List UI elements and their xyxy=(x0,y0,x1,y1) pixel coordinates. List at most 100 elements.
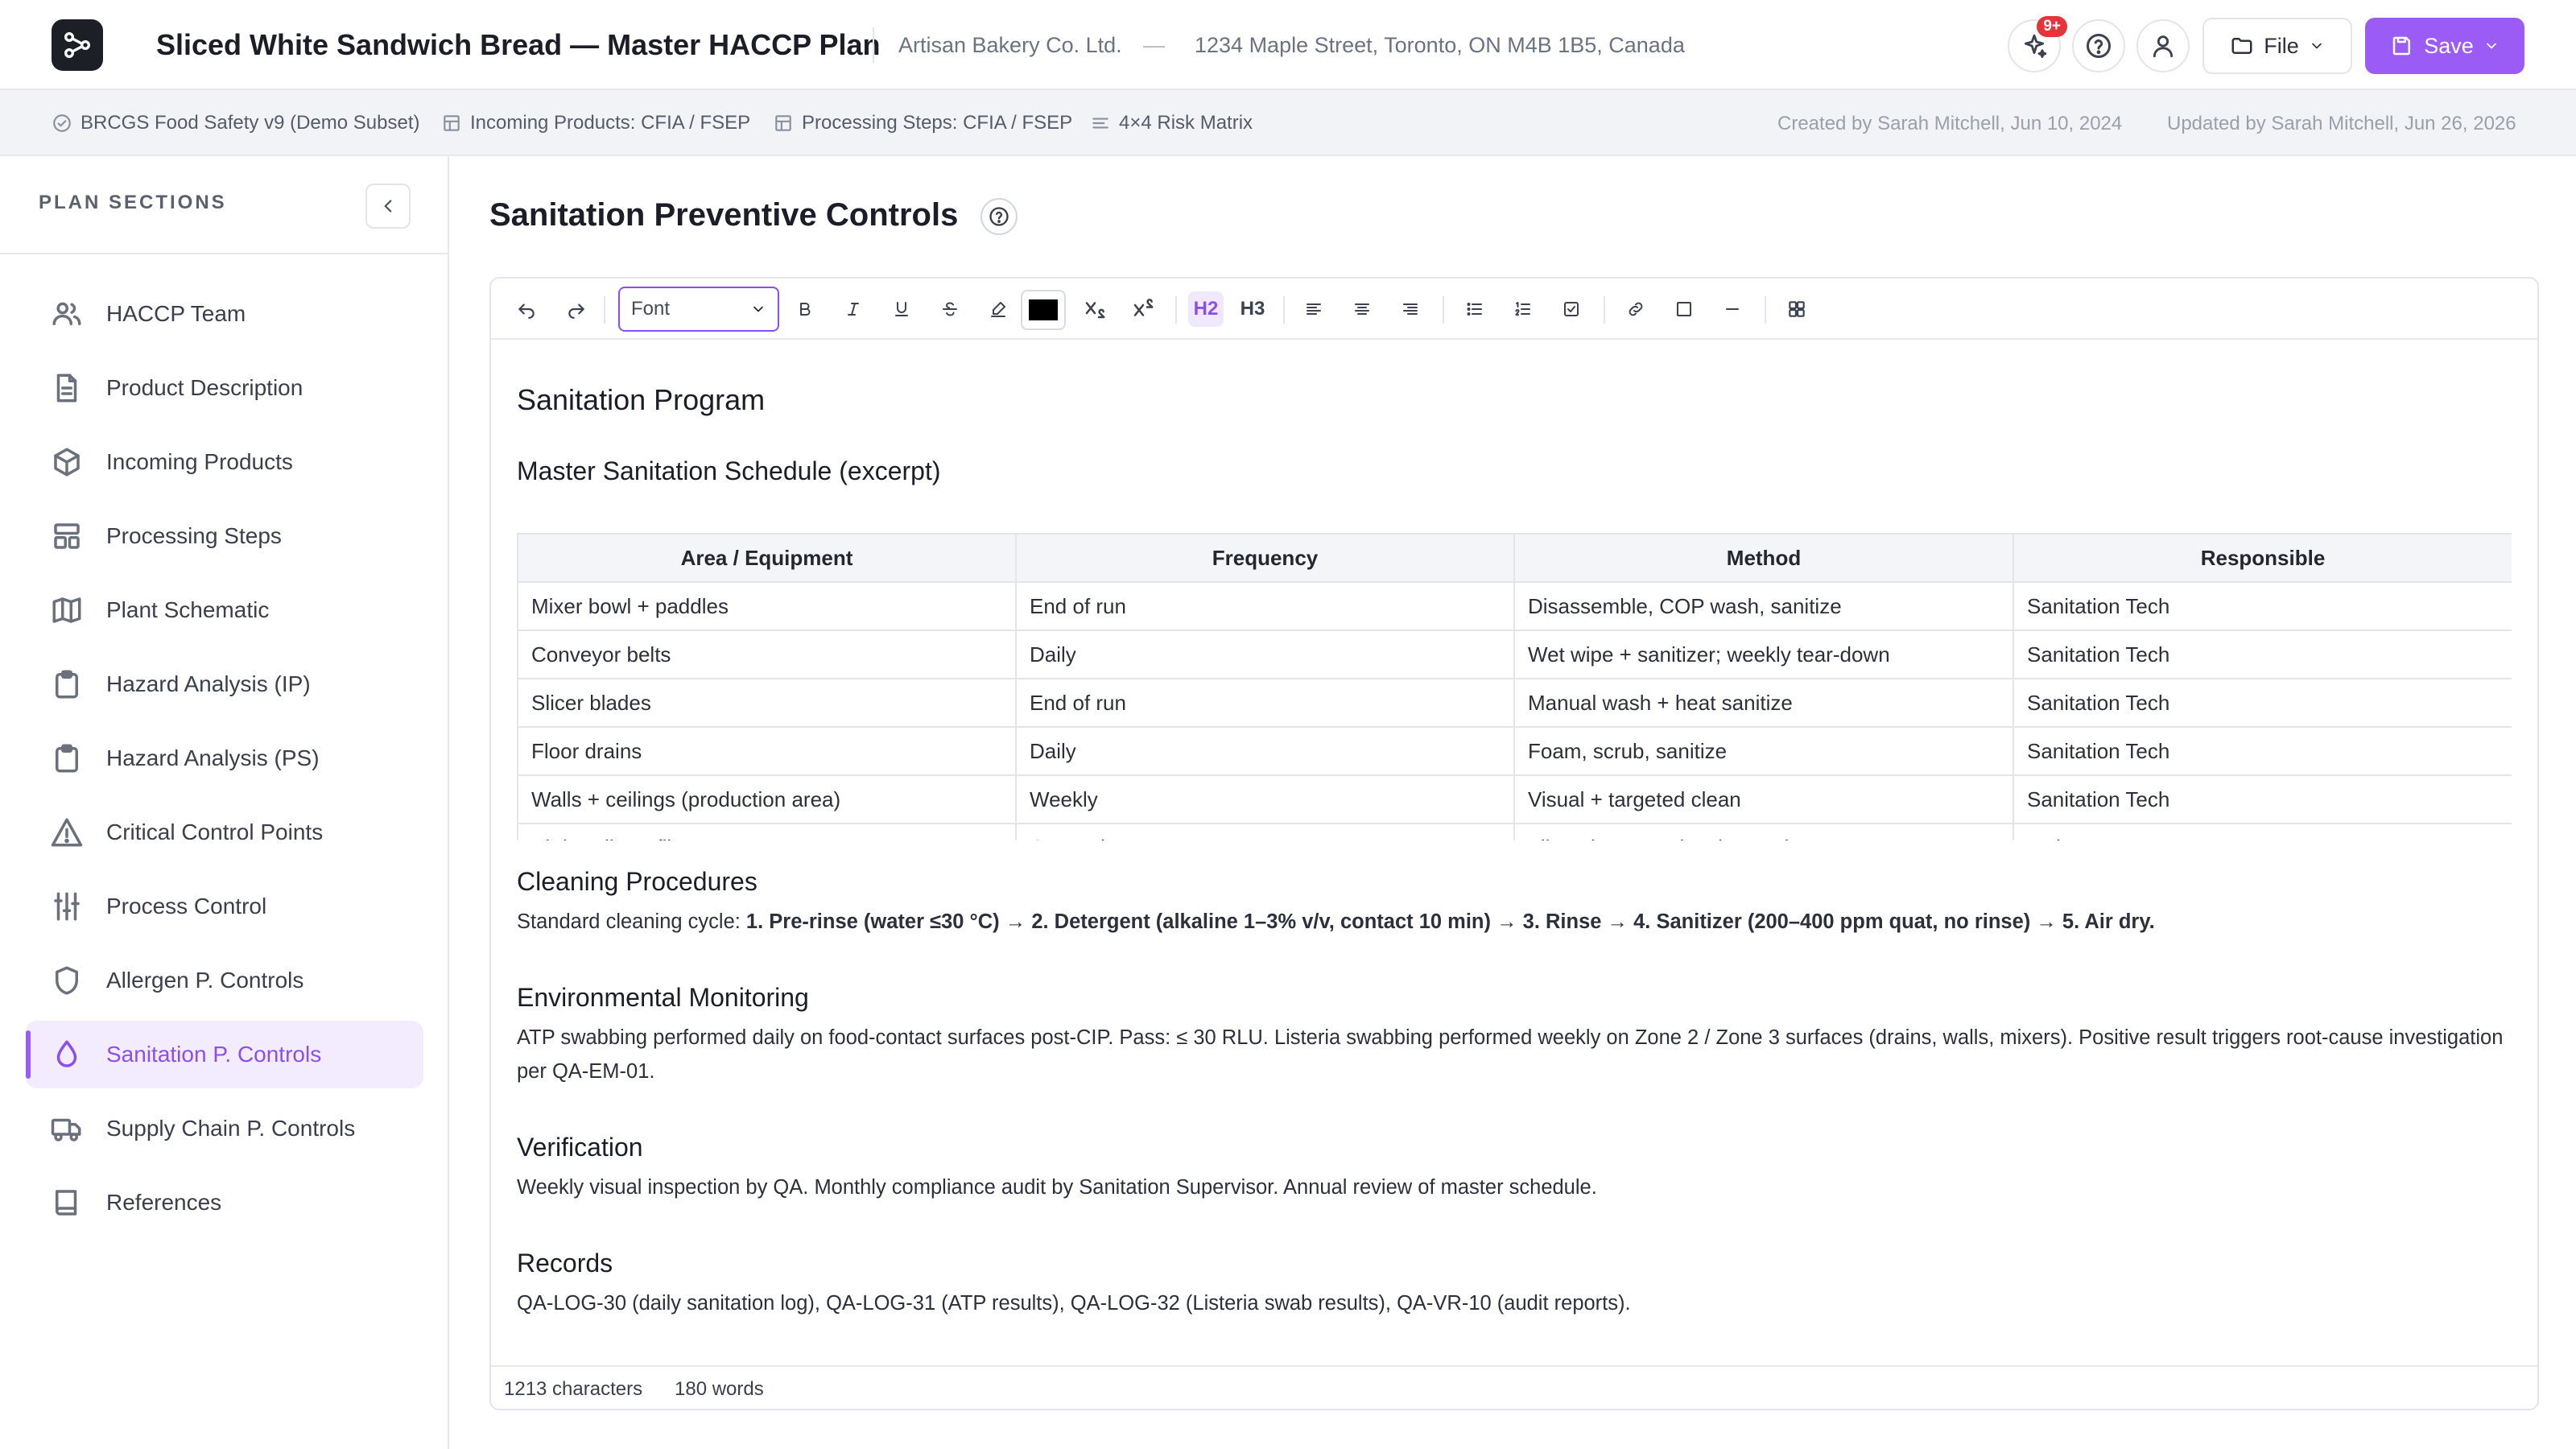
superscript-button[interactable] xyxy=(1125,291,1161,327)
sidebar-item-sanitation-controls[interactable]: Sanitation P. Controls xyxy=(26,1021,423,1088)
align-left-icon xyxy=(1307,303,1321,315)
save-button[interactable]: Save xyxy=(2365,18,2524,74)
sidebar-item-hazard-analysis-ip[interactable]: Hazard Analysis (IP) xyxy=(26,650,423,718)
align-right-button[interactable] xyxy=(1393,291,1428,327)
sidebar-item-allergen-controls[interactable]: Allergen P. Controls xyxy=(26,947,423,1014)
table-cell[interactable]: Sanitation Tech xyxy=(2013,726,2512,776)
table-cell[interactable]: Slicer blades xyxy=(517,678,1017,728)
table-cell[interactable]: Sanitation Tech xyxy=(2013,630,2512,679)
sidebar-item-process-control[interactable]: Process Control xyxy=(26,873,423,940)
bold-button[interactable] xyxy=(787,291,823,327)
strikethrough-button[interactable] xyxy=(932,291,968,327)
table-cell[interactable]: End of run xyxy=(1015,678,1515,728)
table-cell[interactable]: Floor drains xyxy=(517,726,1017,776)
editor-status-bar: 1213 characters 180 words xyxy=(491,1365,2537,1409)
heading-2-button[interactable]: H2 xyxy=(1188,291,1224,327)
sidebar-item-label: Process Control xyxy=(106,894,267,919)
risk-matrix-info[interactable]: 4×4 Risk Matrix xyxy=(1090,109,1253,137)
schedule-heading: Master Sanitation Schedule (excerpt) xyxy=(517,456,941,485)
insert-link-button[interactable] xyxy=(1618,291,1653,327)
table-cell[interactable]: Maintenance xyxy=(2013,823,2512,840)
processing-steps-label: Processing Steps: CFIA / FSEP xyxy=(802,112,1073,134)
sidebar-item-processing-steps[interactable]: Processing Steps xyxy=(26,502,423,570)
table-cell[interactable]: Filter change + duct inspection xyxy=(1513,823,2014,840)
incoming-products-info[interactable]: Incoming Products: CFIA / FSEP xyxy=(441,109,750,137)
character-count: 1213 characters xyxy=(504,1378,643,1400)
cleaning-steps: 1. Pre-rinse (water ≤30 °C) → 2. Deterge… xyxy=(745,910,2155,933)
table-cell[interactable]: Mixer bowl + paddles xyxy=(517,581,1017,631)
standard-info[interactable]: BRCGS Food Safety v9 (Demo Subset) xyxy=(52,109,420,137)
sliders-icon xyxy=(54,892,80,921)
chevron-down-icon xyxy=(2486,43,2496,49)
align-center-button[interactable] xyxy=(1344,291,1380,327)
table-cell[interactable]: Quarterly xyxy=(1015,823,1515,840)
redo-button[interactable] xyxy=(559,291,594,327)
file-menu-button[interactable]: File xyxy=(2202,18,2352,74)
section-help-button[interactable] xyxy=(980,198,1018,235)
table-header-row: Area / Equipment Frequency Method Respon… xyxy=(517,533,2512,583)
table-cell[interactable]: Disassemble, COP wash, sanitize xyxy=(1513,581,2014,631)
heading-3-button[interactable]: H3 xyxy=(1235,291,1270,327)
align-left-button[interactable] xyxy=(1296,291,1331,327)
subscript-button[interactable] xyxy=(1077,291,1113,327)
font-select[interactable]: Font xyxy=(618,287,779,332)
sidebar-item-label: References xyxy=(106,1190,222,1215)
sidebar-item-incoming-products[interactable]: Incoming Products xyxy=(26,428,423,496)
help-button[interactable] xyxy=(2072,19,2125,72)
table-cell[interactable]: Weekly xyxy=(1015,774,1515,824)
table-cell[interactable]: Sanitation Tech xyxy=(2013,678,2512,728)
table-cell[interactable]: Sanitation Tech xyxy=(2013,581,2512,631)
package-icon xyxy=(54,448,80,477)
sidebar-item-haccp-team[interactable]: HACCP Team xyxy=(26,280,423,348)
file-menu-label: File xyxy=(2264,33,2299,58)
layout-icon xyxy=(54,523,80,549)
table-cell[interactable]: Sanitation Tech xyxy=(2013,774,2512,824)
sanitation-schedule-table[interactable]: Area / Equipment Frequency Method Respon… xyxy=(517,533,2512,840)
insert-table-button[interactable] xyxy=(1779,291,1814,327)
user-account-button[interactable] xyxy=(2136,19,2190,72)
bullet-list-button[interactable] xyxy=(1457,291,1492,327)
editor-toolbar: Font H2 H3 xyxy=(491,279,2537,340)
sidebar-item-references[interactable]: References xyxy=(26,1169,423,1236)
table-cell[interactable]: Visual + targeted clean xyxy=(1513,774,2014,824)
sidebar-item-product-description[interactable]: Product Description xyxy=(26,354,423,422)
ai-assistant-button[interactable]: 9+ xyxy=(2008,16,2067,72)
table-cell[interactable]: Wet wipe + sanitizer; weekly tear-down xyxy=(1513,630,2014,679)
checklist-button[interactable] xyxy=(1554,291,1589,327)
processing-steps-info[interactable]: Processing Steps: CFIA / FSEP xyxy=(773,109,1072,137)
table-cell[interactable]: Walls + ceilings (production area) xyxy=(517,774,1017,824)
highlight-button[interactable] xyxy=(980,291,1016,327)
numbered-list-icon xyxy=(1515,302,1530,316)
table-cell[interactable]: Daily xyxy=(1015,726,1515,776)
table-cell[interactable]: Foam, scrub, sanitize xyxy=(1513,726,2014,776)
table-cell[interactable]: End of run xyxy=(1015,581,1515,631)
sidebar-item-supply-chain-controls[interactable]: Supply Chain P. Controls xyxy=(26,1095,423,1162)
table-grid-icon xyxy=(1789,301,1805,317)
table-cell[interactable]: Manual wash + heat sanitize xyxy=(1513,678,2014,728)
square-icon xyxy=(1677,302,1691,316)
table-cell[interactable]: Daily xyxy=(1015,630,1515,679)
insert-box-button[interactable] xyxy=(1666,291,1702,327)
collapse-sidebar-button[interactable] xyxy=(365,184,411,229)
map-icon xyxy=(52,597,81,623)
table-cell[interactable]: Conveyor belts xyxy=(517,630,1017,679)
app-logo-icon[interactable] xyxy=(52,19,103,71)
risk-matrix-label: 4×4 Risk Matrix xyxy=(1119,112,1253,134)
align-center-icon xyxy=(1355,303,1369,315)
sidebar-item-hazard-analysis-ps[interactable]: Hazard Analysis (PS) xyxy=(26,724,423,792)
sidebar-item-critical-control-points[interactable]: Critical Control Points xyxy=(26,799,423,866)
table-cell[interactable]: Air handler + filters xyxy=(517,823,1017,840)
horizontal-rule-button[interactable] xyxy=(1715,291,1750,327)
shield-icon xyxy=(56,966,78,995)
text-color-picker[interactable] xyxy=(1021,290,1066,330)
bullet-list-icon xyxy=(1467,303,1482,316)
italic-button[interactable] xyxy=(836,291,871,327)
table-row: Mixer bowl + paddles End of run Disassem… xyxy=(517,581,2512,631)
undo-button[interactable] xyxy=(509,291,544,327)
help-icon xyxy=(2087,34,2111,58)
header-dash: — xyxy=(1143,33,1165,57)
numbered-list-button[interactable] xyxy=(1505,291,1541,327)
underline-button[interactable] xyxy=(884,291,919,327)
sidebar-item-plant-schematic[interactable]: Plant Schematic xyxy=(26,576,423,644)
environmental-monitoring-text: ATP swabbing performed daily on food-con… xyxy=(517,1026,2504,1083)
